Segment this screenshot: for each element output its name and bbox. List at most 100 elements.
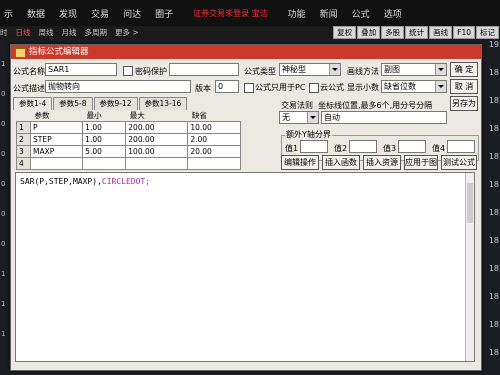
y-value3-input[interactable] [398,140,426,153]
cloud-formula-label: 云公式 [320,83,344,92]
param-default-cell[interactable]: 2.00 [187,133,241,146]
toolbar-f10[interactable]: F10 [453,26,475,39]
decimal-select[interactable]: 缺省位数 [381,80,447,93]
tab-params-13-16[interactable]: 参数13-16 [138,97,188,110]
edit-operation-button[interactable]: 编辑操作 [281,155,319,170]
draw-method-select[interactable]: 副图 [381,63,447,76]
y-value4-label: 值4 [432,144,446,153]
trade-rule-select[interactable]: 无 [279,111,319,124]
main-menubar: 示 数据 发现 交易 问达 圈子 证券交易未登录 宝洁 功能 新闻 公式 选项 [0,0,500,26]
price-axis-label: 18 [488,236,499,245]
toolbar-draw-line[interactable]: 画线 [429,26,453,39]
formula-desc-input[interactable]: 抛物转向 [45,80,191,93]
price-axis-label: 18 [488,292,499,301]
coord-line-input[interactable]: 自动 [321,111,447,124]
toolbar-daily[interactable]: 日线 [16,27,31,38]
cloud-formula-checkbox[interactable] [309,83,319,93]
param-name-cell[interactable]: STEP [29,133,84,146]
menu-item-trade[interactable]: 交易 [91,7,109,20]
param-default-cell[interactable]: 20.00 [187,145,241,158]
param-default-cell[interactable] [187,157,241,170]
y-value4-input[interactable] [447,140,475,153]
toolbar-more[interactable]: 更多 > [115,27,139,38]
formula-name-input[interactable]: SAR1 [45,63,117,76]
toolbar-weekly[interactable]: 周线 [39,27,54,38]
param-tabs: 参数1-4 参数5-8 参数9-12 参数13-16 [13,97,188,110]
tab-params-5-8[interactable]: 参数5-8 [53,97,93,110]
menu-item-formula[interactable]: 公式 [352,7,370,20]
menu-item-circle[interactable]: 圈子 [155,7,173,20]
price-axis-label: 18 [488,264,499,273]
param-min-cell[interactable]: 1.00 [82,133,127,146]
toolbar-multi-stock[interactable]: 多股 [381,26,405,39]
editor-scrollbar[interactable] [465,173,474,361]
draw-method-value: 副图 [384,65,400,74]
version-label: 版本 [195,84,211,93]
param-max-cell[interactable]: 100.00 [125,145,189,158]
menu-item-ask[interactable]: 问达 [123,7,141,20]
period-toolbar: 时 日线 周线 月线 多周期 更多 > 复权 叠加 多股 统计 画线 F10 标… [0,26,500,39]
toolbar-mark[interactable]: 标记 [476,26,499,39]
insert-function-button[interactable]: 插入函数 [322,155,360,170]
decimal-label: 显示小数 [347,83,379,92]
toolbar-multi-period[interactable]: 多周期 [85,27,108,38]
formula-editor-dialog: 指标公式编辑器 公式名称 SAR1 密码保护 公式描述 抛物转向 版本 0 公式… [10,44,482,371]
version-input[interactable]: 0 [215,80,239,93]
menu-item-data[interactable]: 数据 [27,7,45,20]
toolbar-time[interactable]: 时 [0,27,8,38]
editor-scroll-thumb[interactable] [467,183,473,223]
param-min-cell[interactable]: 1.00 [82,121,127,134]
param-name-cell[interactable]: P [29,121,84,134]
menu-item-0[interactable]: 示 [4,7,13,20]
left-strip-label: 0 [1,90,6,98]
y-value2-input[interactable] [349,140,377,153]
toolbar-statistics[interactable]: 统计 [405,26,429,39]
param-max-cell[interactable]: 200.00 [125,121,189,134]
tab-params-1-4[interactable]: 参数1-4 [13,97,53,110]
test-formula-button[interactable]: 测试公式 [441,155,477,170]
menu-item-options[interactable]: 选项 [384,7,402,20]
formula-type-select[interactable]: 神秘型 [279,63,341,76]
pc-only-checkbox[interactable] [244,83,254,93]
menu-item-news[interactable]: 新闻 [320,7,338,20]
param-header-row: 参数 最小 最大 缺省 [17,110,241,122]
code-function-call: SAR(P,STEP,MAXP), [20,177,102,186]
menu-item-discover[interactable]: 发现 [59,7,77,20]
confirm-button[interactable]: 确 定 [450,62,478,77]
y-value1-input[interactable] [300,140,328,153]
param-name-cell[interactable] [29,157,84,170]
param-min-cell[interactable]: 5.00 [82,145,127,158]
coord-line-label: 坐标线位置,最多6个,用分号分隔 [318,101,433,110]
dialog-title: 指标公式编辑器 [29,47,89,57]
left-strip-label: 0 [1,180,6,188]
price-axis-label: 18 [488,124,499,133]
toolbar-restore-rights[interactable]: 复权 [333,26,357,39]
menu-item-function[interactable]: 功能 [288,7,306,20]
table-row: 3 MAXP 5.00 100.00 20.00 [16,145,241,158]
param-max-cell[interactable]: 200.00 [125,133,189,146]
param-max-cell[interactable] [125,157,189,170]
chevron-down-icon [329,64,340,75]
apply-to-chart-button[interactable]: 应用于图 [404,155,438,170]
tab-params-9-12[interactable]: 参数9-12 [93,97,138,110]
save-as-button[interactable]: 另存为 [450,96,478,111]
param-default-cell[interactable]: 10.00 [187,121,241,134]
password-checkbox[interactable] [123,66,133,76]
password-input[interactable] [169,63,239,76]
param-header-default: 缺省 [191,111,207,120]
price-axis-label: 18 [488,320,499,329]
formula-name-label: 公式名称 [13,67,45,76]
toolbar-monthly[interactable]: 月线 [62,27,77,38]
cancel-button[interactable]: 取 消 [450,79,478,94]
param-min-cell[interactable] [82,157,127,170]
trade-rule-label: 交易法则 [281,101,313,110]
price-axis-label: 18 [488,208,499,217]
draw-method-label: 画线方法 [347,67,379,76]
param-name-cell[interactable]: MAXP [29,145,84,158]
toolbar-overlay[interactable]: 叠加 [357,26,381,39]
param-row-number: 1 [16,121,31,134]
formula-code-editor[interactable]: SAR(P,STEP,MAXP),CIRCLEDOT; [15,172,475,362]
decimal-value: 缺省位数 [384,82,416,91]
insert-resource-button[interactable]: 插入资源 [363,155,401,170]
dialog-titlebar[interactable]: 指标公式编辑器 [11,45,481,59]
